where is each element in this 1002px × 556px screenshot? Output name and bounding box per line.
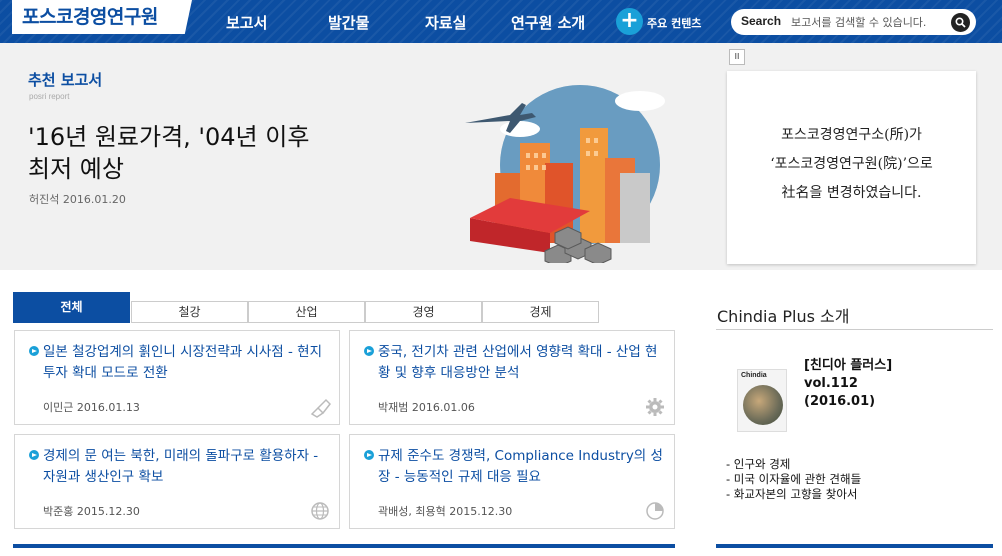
report-title[interactable]: 중국, 전기차 관련 산업에서 영향력 확대 - 산업 현황 및 향후 대응방안…: [378, 342, 668, 384]
tab-steel[interactable]: 철강: [131, 301, 248, 323]
bullet-arrow-icon: [29, 450, 39, 460]
magazine-issue[interactable]: [친디아 플러스] vol.112 (2016.01): [804, 357, 892, 411]
bullet-arrow-icon: [29, 346, 39, 356]
divider: [716, 329, 993, 330]
nav-reports[interactable]: 보고서: [226, 12, 267, 33]
magazine-globe-image: [743, 385, 783, 425]
pause-button[interactable]: II: [729, 49, 745, 65]
steel-icon: [310, 398, 331, 418]
report-card[interactable]: 일본 철강업계의 횕인니 시장전략과 시사점 - 현지투자 확대 모드로 전환 …: [14, 330, 340, 425]
issue-line: (2016.01): [804, 394, 876, 409]
recommended-banner: 추천 보고서 posri report '16년 원료가격, '04년 이후 최…: [0, 43, 1002, 270]
magazine-topics: - 인구와 경제 - 미국 이자율에 관한 견해들 - 화교자본의 고향을 찾아…: [726, 457, 861, 502]
report-card[interactable]: 중국, 전기차 관련 산업에서 영향력 확대 - 산업 현황 및 향후 대응방안…: [349, 330, 675, 425]
tab-all[interactable]: 전체: [13, 292, 130, 323]
headline-link[interactable]: '16년 원료가격, '04년 이후 최저 예상: [28, 121, 398, 185]
plus-icon[interactable]: +: [616, 8, 643, 35]
notice-line: 社名을 변경하였습니다.: [781, 185, 922, 201]
nav-archive[interactable]: 자료실: [425, 12, 466, 33]
report-card[interactable]: 규제 준수도 경쟁력, Compliance Industry의 성장 - 능동…: [349, 434, 675, 529]
notice-popup: 포스코경영연구소(所)가 ‘포스코경영연구원(院)’으로 社名을 변경하였습니다…: [727, 71, 976, 264]
bullet-arrow-icon: [364, 346, 374, 356]
magazine-masthead: Chindia: [741, 372, 767, 379]
search-input[interactable]: [791, 13, 941, 31]
topic-item[interactable]: - 인구와 경제: [726, 457, 861, 472]
headline-byline: 허진석 2016.01.20: [29, 193, 126, 206]
nav-publications[interactable]: 발간물: [328, 12, 369, 33]
globe-icon: [311, 502, 329, 520]
report-meta: 박재범 2016.01.06: [378, 401, 475, 414]
report-title[interactable]: 일본 철강업계의 횕인니 시장전략과 시사점 - 현지투자 확대 모드로 전환: [43, 342, 333, 384]
section-title: 추천 보고서: [28, 71, 103, 89]
search-icon: [955, 17, 966, 28]
site-logo[interactable]: 포스코경영연구원: [12, 0, 192, 34]
gear-icon: [646, 398, 664, 416]
bullet-arrow-icon: [364, 450, 374, 460]
chindia-title: Chindia Plus 소개: [717, 307, 850, 326]
issue-line: vol.112: [804, 376, 858, 391]
report-title[interactable]: 규제 준수도 경쟁력, Compliance Industry의 성장 - 능동…: [378, 446, 668, 488]
search-box: Search: [731, 9, 976, 35]
report-meta: 곽배성, 최용혁 2015.12.30: [378, 505, 513, 518]
notice-text: 포스코경영연구소(所)가 ‘포스코경영연구원(院)’으로 社名을 변경하였습니다…: [727, 121, 976, 208]
report-card[interactable]: 경제의 문 여는 북한, 미래의 돌파구로 활용하자 - 자원과 생산인구 확보…: [14, 434, 340, 529]
top-header: 포스코경영연구원 보고서 발간물 자료실 연구원 소개 + 주요 컨텐츠 Sea…: [0, 0, 1002, 43]
tab-management[interactable]: 경영: [365, 301, 482, 323]
city-illustration: [465, 85, 665, 263]
pie-chart-icon: [646, 502, 664, 520]
notice-line: 포스코경영연구소(所)가: [781, 127, 922, 143]
report-title[interactable]: 경제의 문 여는 북한, 미래의 돌파구로 활용하자 - 자원과 생산인구 확보: [43, 446, 333, 488]
issue-line: [친디아 플러스]: [804, 358, 893, 373]
divider: [716, 544, 993, 548]
topic-item[interactable]: - 미국 이자율에 관한 견해들: [726, 472, 861, 487]
topic-item[interactable]: - 화교자본의 고향을 찾아서: [726, 487, 861, 502]
tab-industry[interactable]: 산업: [248, 301, 365, 323]
nav-about[interactable]: 연구원 소개: [511, 12, 585, 33]
notice-line: ‘포스코경영연구원(院)’으로: [770, 156, 933, 172]
headline-line: 최저 예상: [28, 155, 124, 183]
report-meta: 박준홍 2015.12.30: [43, 505, 140, 518]
search-label: Search: [741, 14, 782, 28]
magazine-cover[interactable]: Chindia: [737, 369, 787, 432]
section-subtitle: posri report: [29, 92, 70, 101]
search-button[interactable]: [951, 13, 970, 32]
report-meta: 이민근 2016.01.13: [43, 401, 140, 414]
headline-line: '16년 원료가격, '04년 이후: [28, 123, 310, 151]
key-contents-link[interactable]: 주요 컨텐츠: [647, 15, 701, 31]
divider: [13, 544, 675, 548]
tab-economy[interactable]: 경제: [482, 301, 599, 323]
